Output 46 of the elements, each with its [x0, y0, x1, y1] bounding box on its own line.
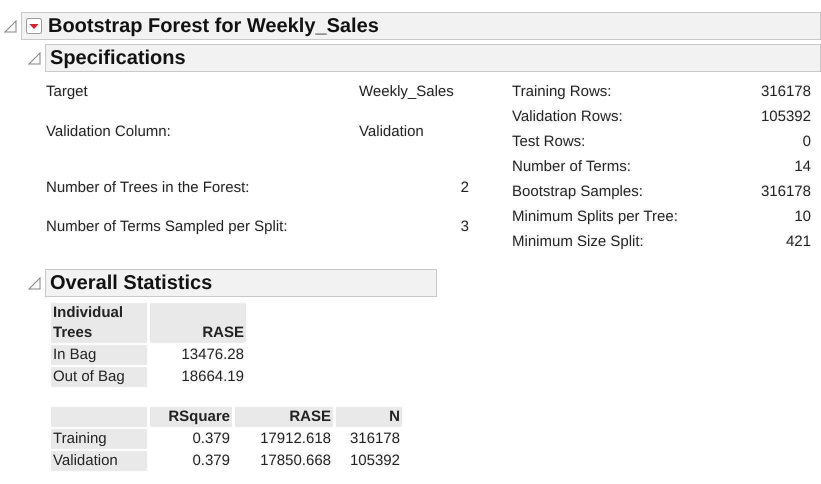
column-header: N [336, 407, 402, 427]
spec-value: Validation [359, 122, 425, 142]
column-header: RSquare [150, 407, 232, 427]
spec-value: 316178 [760, 82, 811, 102]
column-header: RASE [150, 303, 246, 343]
column-header: RASE [235, 407, 333, 427]
table-cell-text: 18664.19 [180, 367, 245, 387]
spec-value: 14 [793, 157, 811, 177]
spec-label: Bootstrap Samples: [512, 182, 644, 202]
table-cell-text: 0.379 [191, 451, 231, 471]
table-cell-text: 17912.618 [259, 429, 332, 449]
spec-value: 3 [460, 217, 469, 238]
spec-label: Number of Terms: [512, 157, 632, 177]
table-cell-text: 13476.28 [180, 345, 245, 365]
spec-value: 10 [793, 207, 811, 227]
spec-value: 316178 [760, 182, 811, 202]
spec-value: 421 [784, 232, 811, 252]
spec-label: Target [46, 82, 89, 102]
table-cell: Training [51, 429, 147, 449]
column-header: Individual Trees [51, 303, 147, 343]
table-cell-text: 105392 [348, 451, 401, 471]
spec-label: Minimum Splits per Tree: [512, 207, 679, 227]
table-cell-text: 316178 [348, 429, 401, 449]
spec-label: Minimum Size Split: [512, 232, 645, 252]
spec-value: 105392 [760, 107, 811, 127]
spec-value: 2 [460, 178, 469, 198]
collapse-icon[interactable] [4, 20, 17, 32]
table-cell: Validation [51, 451, 147, 471]
spec-value: Weekly_Sales [359, 82, 455, 102]
collapse-icon[interactable] [28, 52, 41, 64]
spec-label: Number of Trees in the Forest: [46, 178, 250, 198]
table-cell-text: 17850.668 [259, 451, 332, 471]
spec-label: Validation Column: [46, 122, 172, 142]
spec-label: Number of Terms Sampled per Split: [46, 217, 288, 238]
section-title: Overall Statistics [50, 271, 212, 296]
spec-value: 0 [802, 132, 811, 152]
section-title: Specifications [50, 46, 186, 71]
spec-label: Training Rows: [512, 82, 612, 102]
spec-label: Validation Rows: [512, 107, 624, 127]
report-title: Bootstrap Forest for Weekly_Sales [48, 14, 379, 39]
table-cell-text: 0.379 [191, 429, 231, 449]
table-cell: In Bag [51, 345, 147, 365]
spec-label: Test Rows: [512, 132, 586, 152]
table-cell: Out of Bag [51, 367, 147, 387]
menu-icon[interactable] [26, 18, 42, 34]
collapse-icon[interactable] [28, 276, 41, 290]
